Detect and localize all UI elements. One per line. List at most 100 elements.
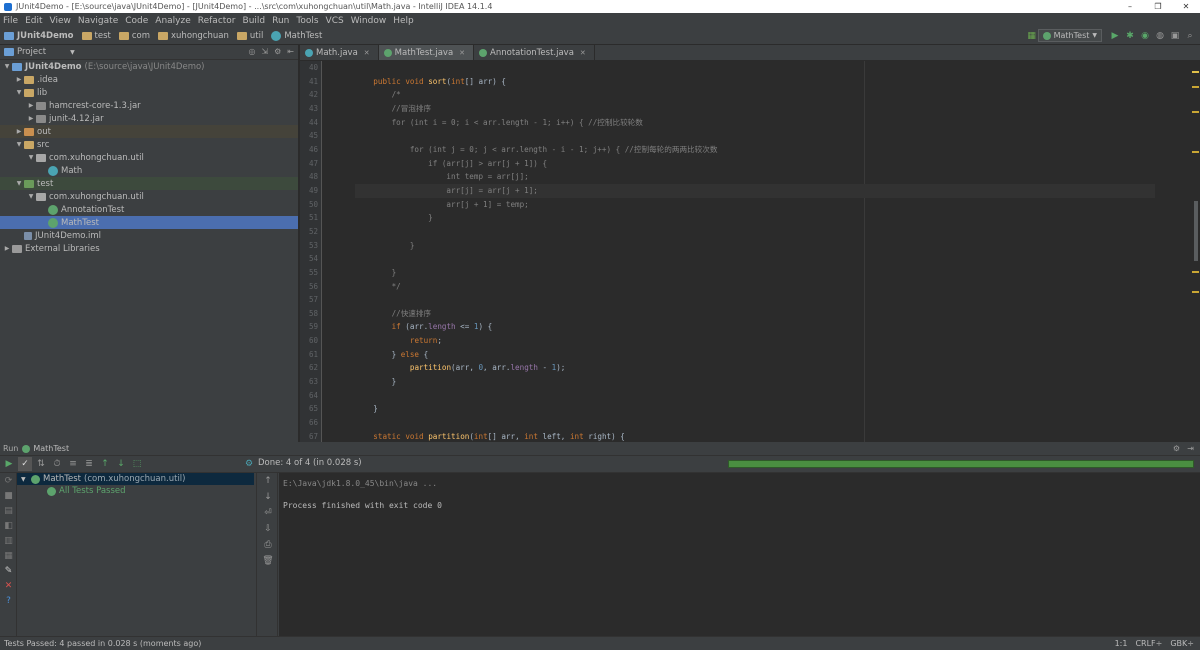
close-tab-icon[interactable]: ✕	[580, 49, 586, 57]
menu-navigate[interactable]: Navigate	[78, 16, 118, 26]
menu-view[interactable]: View	[50, 16, 71, 26]
coverage-icon[interactable]: ◉	[1139, 30, 1151, 42]
tree-item-junit4demo-iml[interactable]: JUnit4Demo.iml	[0, 229, 298, 242]
tab-math-java[interactable]: Math.java ✕	[300, 45, 379, 60]
tree-item-junit-4-12-jar[interactable]: ▶ junit-4.12.jar	[0, 112, 298, 125]
menu-code[interactable]: Code	[125, 16, 148, 26]
rerun-failed-icon[interactable]: ⟳	[0, 473, 17, 488]
tab-annotationtest-java[interactable]: AnnotationTest.java ✕	[474, 45, 595, 60]
tree-item-external-libraries[interactable]: ▶ External Libraries	[0, 242, 298, 255]
collapse-all-icon[interactable]: ⇲	[261, 47, 268, 56]
menu-help[interactable]: Help	[393, 16, 414, 26]
next-failed-icon[interactable]: ↓	[114, 457, 128, 471]
menu-vcs[interactable]: VCS	[326, 16, 344, 26]
close-tab-icon[interactable]: ✕	[364, 49, 370, 57]
chevron-right-icon[interactable]: ▶	[2, 245, 12, 252]
breadcrumb-com[interactable]: com	[118, 31, 150, 41]
run-config-select[interactable]: MathTest ▼	[1037, 29, 1102, 42]
tree-item-src[interactable]: ▼ src	[0, 138, 298, 151]
profile-icon[interactable]: ◍	[1154, 30, 1166, 42]
run-icon[interactable]: ▶	[1109, 30, 1121, 42]
tree-item-lib[interactable]: ▼ lib	[0, 86, 298, 99]
build-icon[interactable]: ▦	[1026, 30, 1038, 42]
chevron-right-icon[interactable]: ▶	[26, 115, 36, 122]
gear-icon[interactable]: ⚙	[274, 47, 281, 56]
chevron-down-icon[interactable]: ▼	[14, 180, 24, 187]
search-icon[interactable]: ⌕	[1184, 30, 1196, 42]
scroll-end-icon[interactable]: ⇩	[257, 521, 279, 537]
debug-icon[interactable]: ✱	[1124, 30, 1136, 42]
project-panel-title[interactable]: Project	[17, 47, 46, 57]
menu-file[interactable]: File	[3, 16, 18, 26]
breadcrumb-util[interactable]: util	[236, 31, 263, 41]
tab-mathtest-java[interactable]: MathTest.java ✕	[378, 45, 475, 60]
tree-item-test[interactable]: ▼ test	[0, 177, 298, 190]
menu-edit[interactable]: Edit	[25, 16, 42, 26]
code-editor[interactable]: 40 41 42 43 44 45 46 47 48 49 50 51 52 53 54 55 56 57 58 59…	[300, 61, 1200, 442]
soft-wrap-icon[interactable]: ⏎	[257, 505, 279, 521]
collapse-all-icon[interactable]: ≣	[82, 457, 96, 471]
exit-icon[interactable]: ◧	[0, 518, 17, 533]
down-arrow-icon[interactable]: ↓	[257, 489, 279, 505]
chevron-right-icon[interactable]: ▶	[26, 102, 36, 109]
rerun-icon[interactable]: ▶	[2, 457, 16, 471]
maximize-button[interactable]: ❐	[1144, 0, 1172, 13]
tree-item-out[interactable]: ▶ out	[0, 125, 298, 138]
caret-position[interactable]: 1:1	[1115, 639, 1128, 648]
menu-window[interactable]: Window	[351, 16, 387, 26]
chevron-down-icon[interactable]: ▼	[26, 154, 36, 161]
hide-icon[interactable]: ⇥	[1187, 444, 1194, 453]
breadcrumb-test[interactable]: test	[81, 31, 111, 41]
test-result-row[interactable]: All Tests Passed	[17, 485, 254, 497]
expand-all-icon[interactable]: ≡	[66, 457, 80, 471]
close-tab-icon[interactable]: ✕	[459, 49, 465, 57]
close-window-button[interactable]: ✕	[1172, 0, 1200, 13]
close-run-icon[interactable]: ✕	[0, 578, 17, 593]
chevron-right-icon[interactable]: ▶	[14, 76, 24, 83]
sort-alpha-icon[interactable]: ⇅	[34, 457, 48, 471]
tree-item-com-xuhongchuan-util[interactable]: ▼ com.xuhongchuan.util	[0, 190, 298, 203]
help-icon[interactable]: ?	[0, 593, 17, 608]
layout-icon[interactable]: ▦	[0, 548, 17, 563]
prev-failed-icon[interactable]: ↑	[98, 457, 112, 471]
line-separator[interactable]: CRLF÷	[1135, 639, 1162, 648]
tree-item-com-xuhongchuan-util[interactable]: ▼ com.xuhongchuan.util	[0, 151, 298, 164]
breadcrumb-mathtest[interactable]: MathTest	[271, 31, 322, 41]
editor-scrollbar[interactable]	[1190, 61, 1200, 442]
menu-tools[interactable]: Tools	[296, 16, 318, 26]
chevron-down-icon[interactable]: ▼	[70, 49, 75, 56]
line-number-gutter[interactable]: 40 41 42 43 44 45 46 47 48 49 50 51 52 53 54 55 56 57 58 59…	[300, 61, 322, 442]
chevron-down-icon[interactable]: ▼	[14, 89, 24, 96]
settings-icon[interactable]: ⚙	[242, 457, 256, 471]
print-icon[interactable]: ⎙	[257, 537, 279, 553]
minimize-button[interactable]: –	[1116, 0, 1144, 13]
tree-item-junit4demo[interactable]: ▼ JUnit4Demo (E:\source\java\JUnit4Demo)	[0, 60, 298, 73]
sort-duration-icon[interactable]: ⏱	[50, 457, 64, 471]
show-passed-icon[interactable]: ✓	[18, 457, 32, 471]
breadcrumb-xuhongchuan[interactable]: xuhongchuan	[158, 31, 229, 41]
chevron-down-icon[interactable]: ▼	[26, 193, 36, 200]
settings-icon[interactable]: ▣	[1169, 30, 1181, 42]
stop-icon[interactable]: ■	[0, 488, 17, 503]
menu-analyze[interactable]: Analyze	[155, 16, 190, 26]
tree-item--idea[interactable]: ▶ .idea	[0, 73, 298, 86]
test-suite-row[interactable]: ▼ MathTest (com.xuhongchuan.util)	[17, 473, 254, 485]
pin-icon[interactable]: ✎	[0, 563, 17, 578]
chevron-down-icon[interactable]: ▼	[2, 63, 12, 70]
console-output[interactable]: E:\Java\jdk1.8.0_45\bin\java ... Process…	[279, 473, 1200, 636]
up-arrow-icon[interactable]: ↑	[257, 473, 279, 489]
file-encoding[interactable]: GBK÷	[1170, 639, 1194, 648]
chevron-right-icon[interactable]: ▶	[14, 128, 24, 135]
menu-build[interactable]: Build	[243, 16, 266, 26]
run-tab-mathtest[interactable]: MathTest	[33, 444, 69, 453]
scroll-from-source-icon[interactable]: ◎	[248, 47, 255, 56]
tree-item-mathtest[interactable]: MathTest	[0, 216, 298, 229]
tree-item-math[interactable]: Math	[0, 164, 298, 177]
code-lines[interactable]: public void sort(int[] arr) { /* //冒泡排序 …	[355, 61, 1155, 442]
tree-item-hamcrest-core-1-3-jar[interactable]: ▶ hamcrest-core-1.3.jar	[0, 99, 298, 112]
tree-item-annotationtest[interactable]: AnnotationTest	[0, 203, 298, 216]
restore-layout-icon[interactable]: ▤	[0, 503, 17, 518]
export-icon[interactable]: ⬚	[130, 457, 144, 471]
hide-icon[interactable]: ⇤	[287, 47, 294, 56]
chevron-down-icon[interactable]: ▼	[14, 141, 24, 148]
